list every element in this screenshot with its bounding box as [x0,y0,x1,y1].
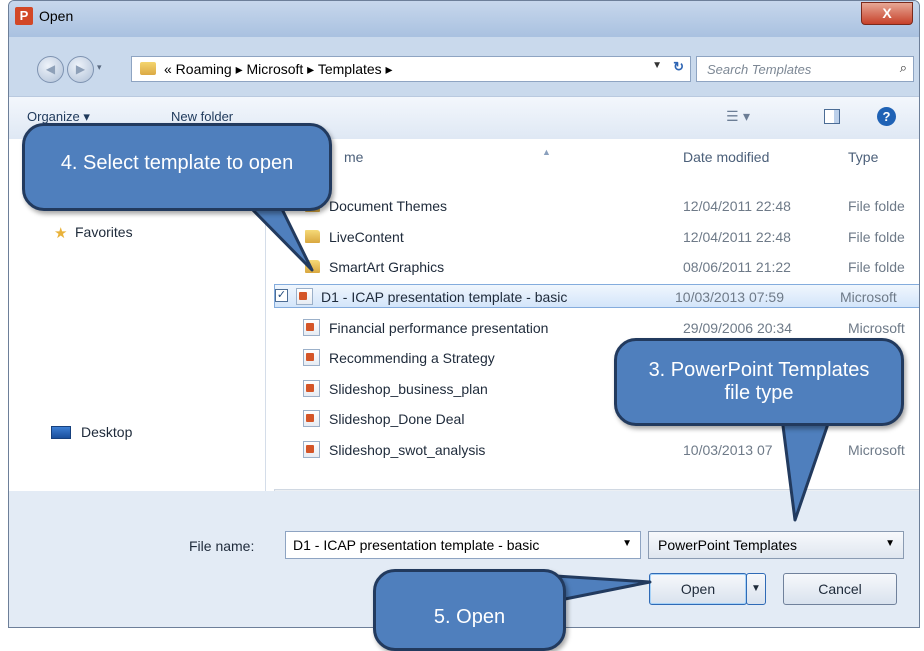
callout-tails [246,203,832,602]
callout-tail-filetype [780,416,832,522]
callout-tail-select [246,203,314,272]
callout-file-type: 3. PowerPoint Templates file type [614,338,904,426]
callout-select-template: 4. Select template to open [22,123,332,211]
callout-open: 5. Open [373,569,566,651]
